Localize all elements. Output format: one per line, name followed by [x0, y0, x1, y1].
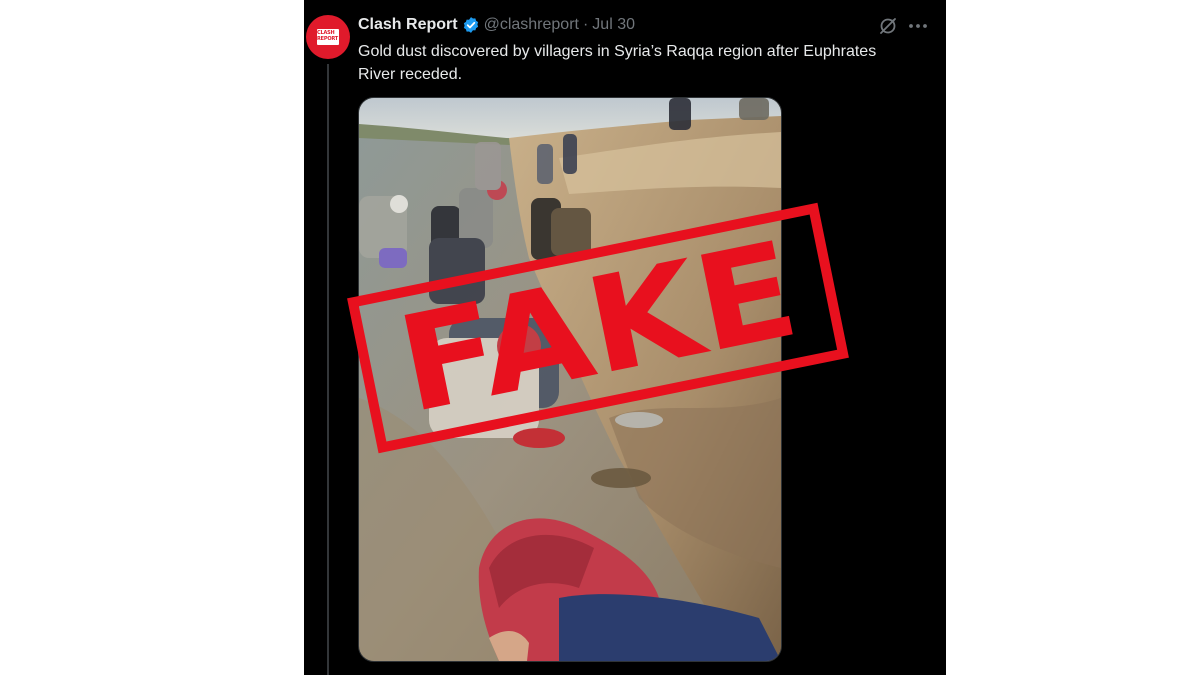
avatar-logo-line: REPORT: [317, 36, 339, 42]
avatar-logo-text: CLASH REPORT: [317, 30, 339, 42]
verified-badge-icon: [462, 16, 480, 34]
avatar[interactable]: CLASH REPORT: [306, 15, 350, 59]
separator-dot: ·: [582, 16, 589, 33]
tweet-text-line: Gold dust discovered by villagers in Syr…: [358, 43, 877, 60]
author-name[interactable]: Clash Report: [358, 16, 458, 34]
tweet-text-line: River receded.: [358, 66, 463, 83]
tweet-photo[interactable]: [358, 97, 782, 662]
tweet-date[interactable]: Jul 30: [592, 16, 635, 34]
thread-line: [327, 64, 329, 675]
photo-scene: [359, 98, 781, 661]
grok-icon[interactable]: [878, 16, 898, 36]
author-handle[interactable]: @clashreport: [484, 16, 579, 34]
more-icon[interactable]: [907, 16, 929, 36]
tweet-header: Clash Report @clashreport · Jul 30: [358, 14, 635, 36]
tweet-card[interactable]: CLASH REPORT Clash Report @clashreport ·…: [304, 0, 946, 675]
tweet-text: Gold dust discovered by villagers in Syr…: [358, 40, 918, 86]
